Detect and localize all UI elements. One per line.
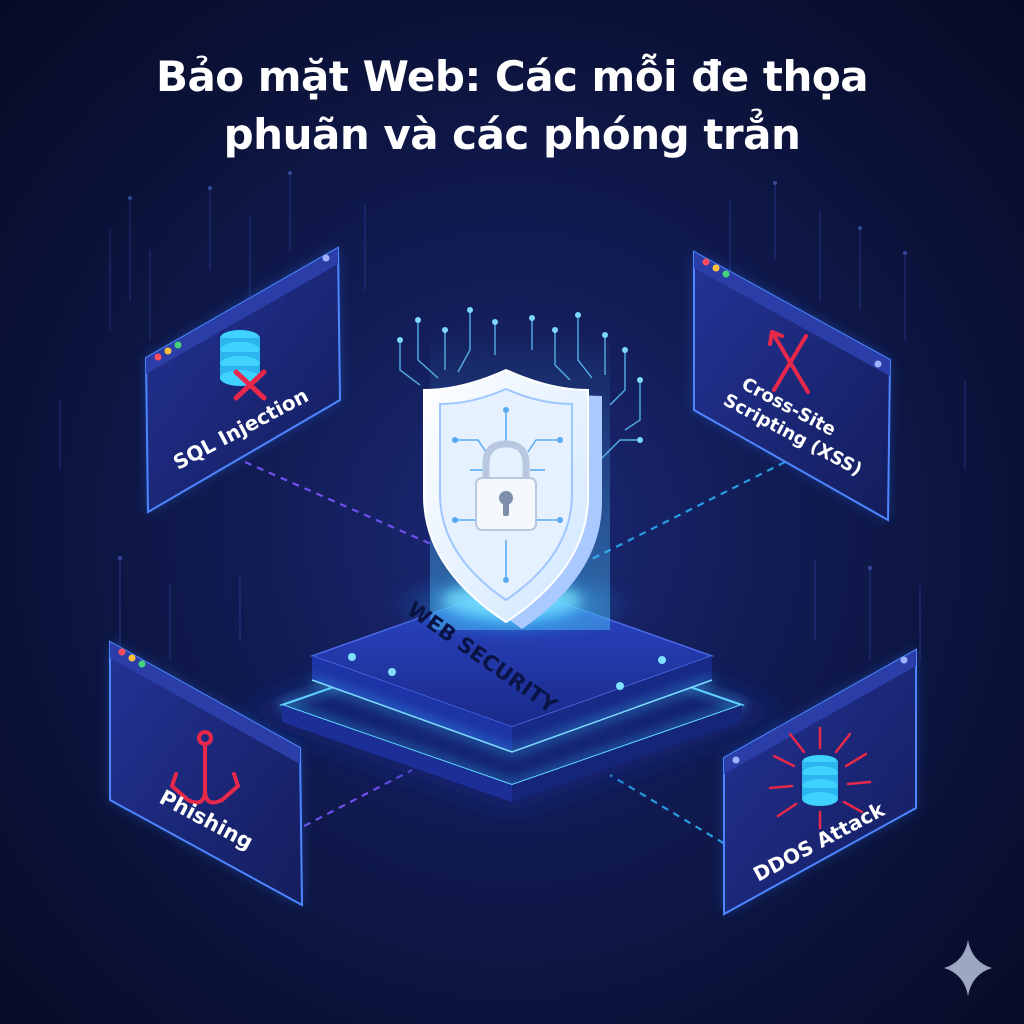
phishing-panel: Phishing (109, 640, 304, 907)
platform-light (348, 653, 356, 661)
sql-injection-panel: SQL Injection (144, 246, 342, 514)
web-security-diagram: WEB SECURITY SQL Injection Cross-Site Sc… (59, 171, 992, 996)
connector-xss (589, 461, 786, 561)
connector-ddos (609, 774, 736, 851)
sparkle-icon (944, 940, 992, 996)
ddos-panel: DDOS Attack (723, 648, 917, 916)
connector-sql (244, 460, 441, 550)
platform-light (616, 682, 624, 690)
platform-light (388, 668, 396, 676)
platform-light (658, 656, 666, 664)
